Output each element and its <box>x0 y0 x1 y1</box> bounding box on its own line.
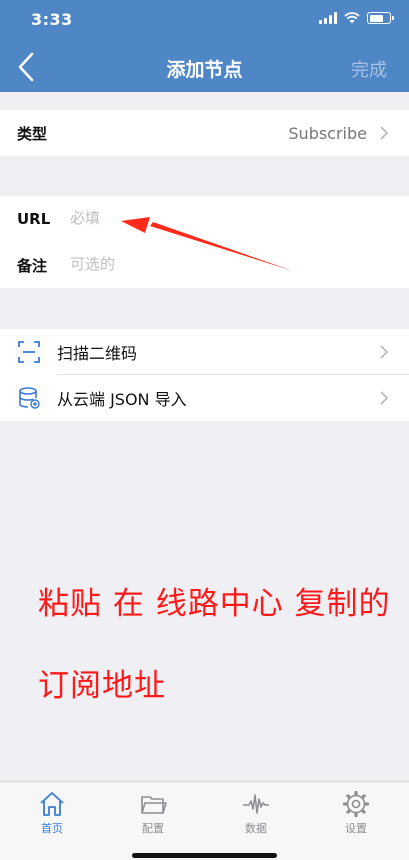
page-title: 添加节点 <box>166 59 243 81</box>
gear-icon <box>342 790 370 818</box>
cellular-signal-icon <box>319 12 337 24</box>
url-row: URL <box>0 196 409 242</box>
qr-scan-icon <box>18 341 40 363</box>
database-icon <box>19 387 40 409</box>
import-json-row[interactable]: 从云端 JSON 导入 <box>0 375 409 421</box>
tab-bar: 首页 配置 数据 设置 <box>0 781 409 860</box>
tab-config-label: 配置 <box>142 822 164 835</box>
url-label: URL <box>17 210 51 228</box>
chevron-right-icon <box>380 126 389 140</box>
import-menu: 扫描二维码 从云端 JSON 导入 <box>0 329 409 421</box>
chevron-right-icon <box>380 345 389 359</box>
done-button[interactable]: 完成 <box>351 56 387 82</box>
home-icon <box>40 792 64 816</box>
tab-settings-label: 设置 <box>345 822 367 835</box>
scan-qr-label: 扫描二维码 <box>57 344 138 363</box>
url-input[interactable] <box>68 208 292 228</box>
remark-row: 备注 <box>0 242 409 288</box>
wifi-icon <box>344 12 360 24</box>
annotation-line-2: 订阅地址 <box>38 668 166 704</box>
tab-data-label: 数据 <box>245 822 267 835</box>
waveform-icon <box>243 794 269 814</box>
battery-icon <box>367 12 394 24</box>
type-value: Subscribe <box>288 123 367 143</box>
folder-icon <box>141 796 167 814</box>
node-form: URL 备注 <box>0 196 409 288</box>
navigation-bar: 3:33 添加节点 完成 <box>0 0 409 92</box>
tab-settings[interactable]: 设置 <box>326 790 386 836</box>
scan-qr-row[interactable]: 扫描二维码 <box>0 329 409 375</box>
remark-label: 备注 <box>17 256 48 275</box>
tab-home[interactable]: 首页 <box>22 790 82 836</box>
status-time: 3:33 <box>31 10 73 29</box>
type-row[interactable]: 类型 Subscribe <box>0 110 409 156</box>
type-section: 类型 Subscribe <box>0 110 409 156</box>
type-label: 类型 <box>17 124 48 143</box>
annotation-line-1: 粘贴 在 线路中心 复制的 <box>38 586 391 622</box>
import-json-label: 从云端 JSON 导入 <box>57 390 187 409</box>
home-indicator <box>132 853 277 858</box>
chevron-right-icon <box>380 391 389 405</box>
status-icons <box>319 12 394 24</box>
tab-home-label: 首页 <box>41 822 63 835</box>
tab-data[interactable]: 数据 <box>226 790 286 836</box>
tab-config[interactable]: 配置 <box>123 790 183 836</box>
remark-input[interactable] <box>68 254 292 274</box>
